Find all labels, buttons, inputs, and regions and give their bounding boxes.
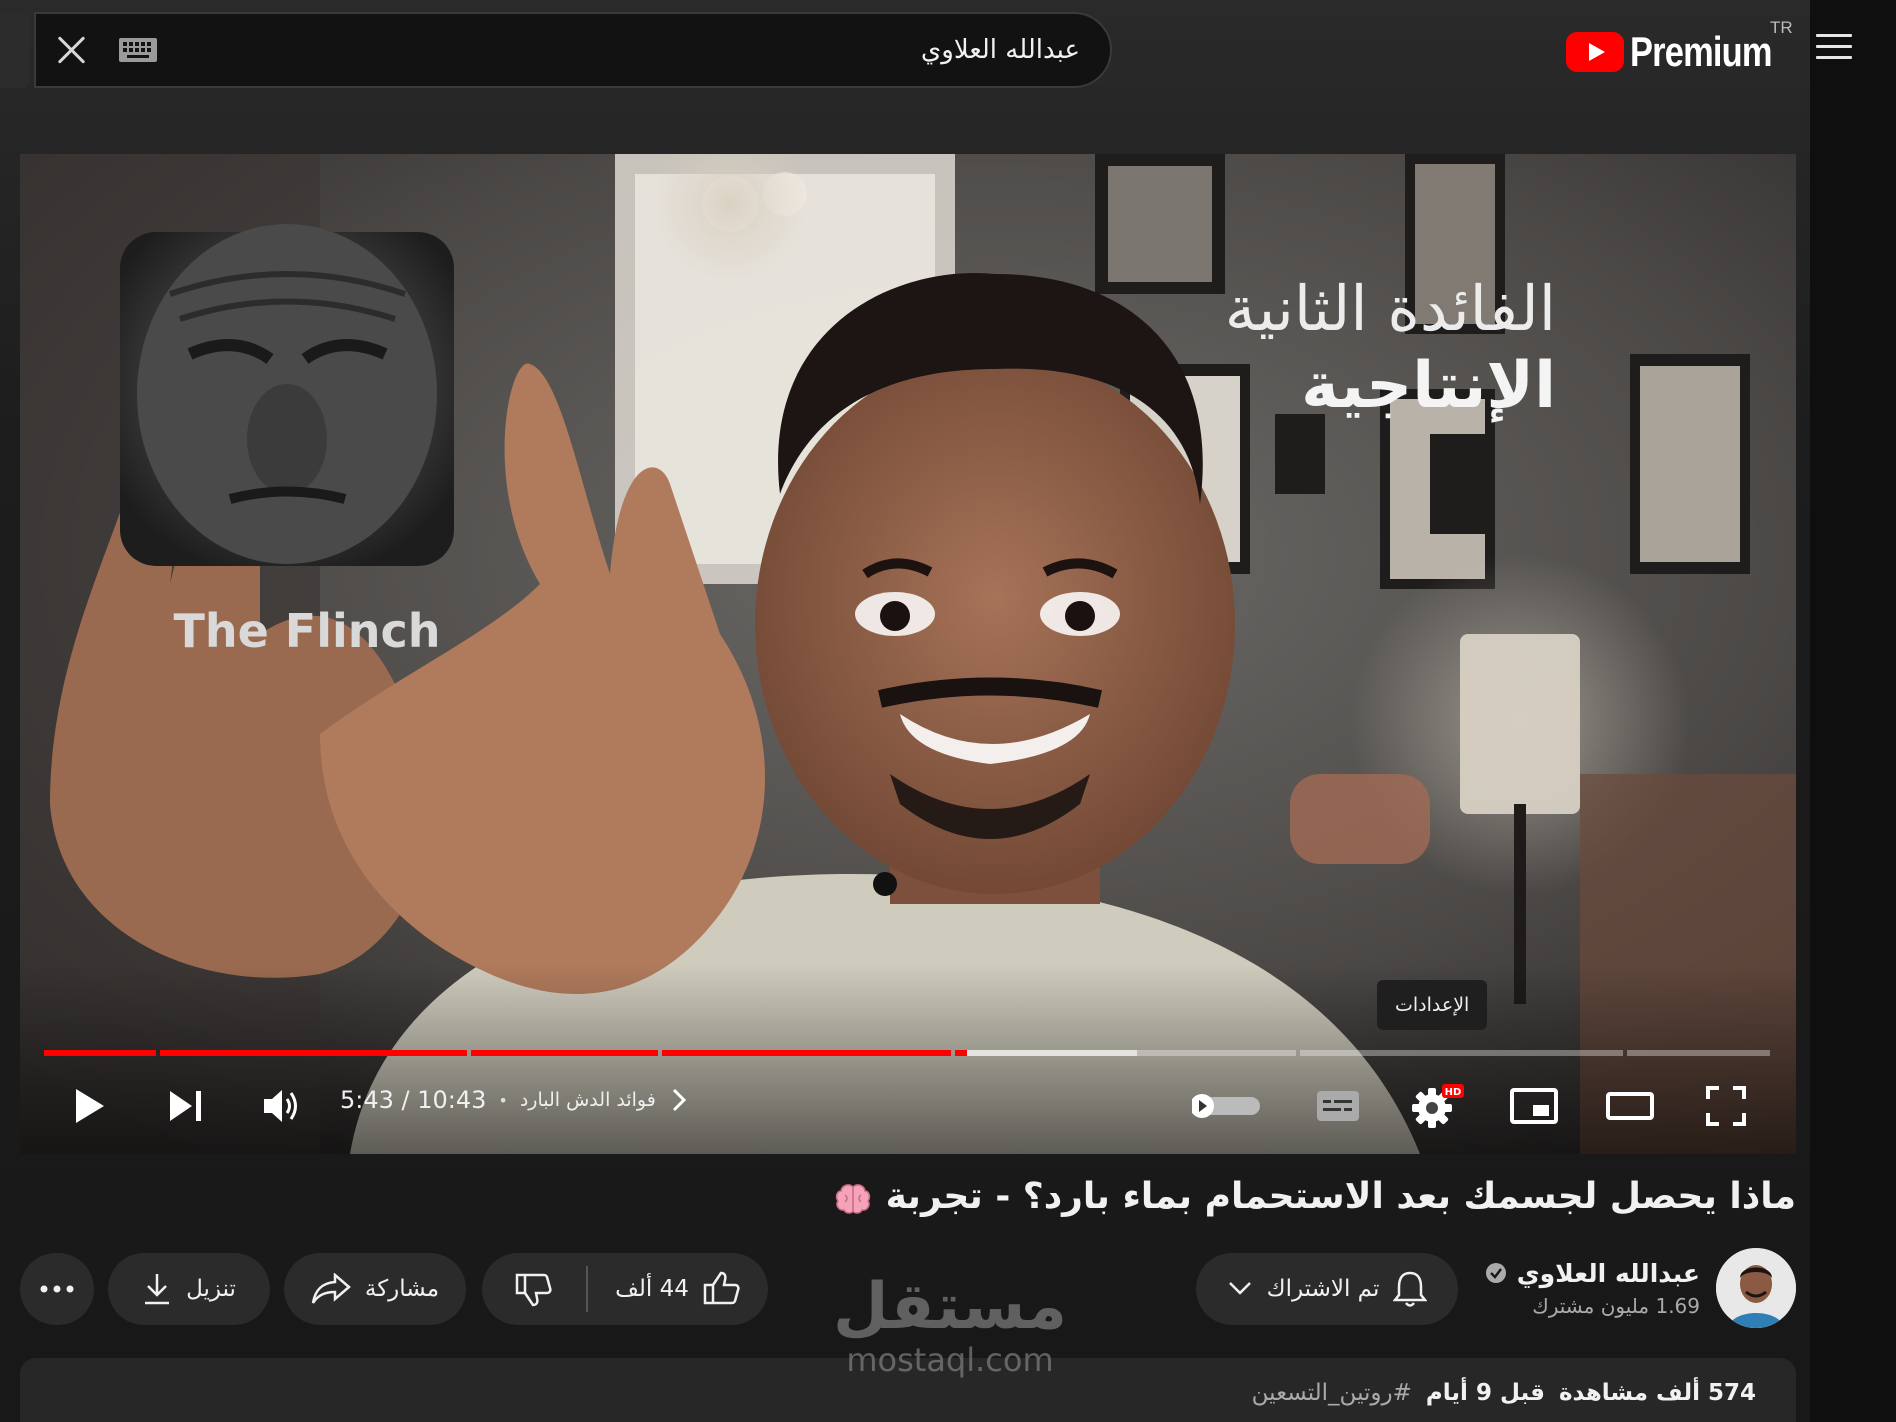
dislike-button[interactable] [482, 1253, 586, 1325]
download-button[interactable]: تنزيل [108, 1253, 270, 1325]
channel-meta: عبدالله العلاوي 1.69 مليون مشترك [1485, 1259, 1700, 1318]
separator-dot: • [498, 1090, 508, 1110]
settings-tooltip: الإعدادات [1377, 980, 1488, 1030]
volume-icon [264, 1090, 297, 1122]
chevron-right-icon[interactable] [668, 1086, 690, 1114]
video-overlay-title: الفائدة الثانية الإنتاجية [1225, 272, 1556, 423]
description-box[interactable]: 574 ألف مشاهدة قبل 9 أيام #روتين_التسعين [20, 1358, 1796, 1422]
chapter-segment[interactable] [44, 1050, 157, 1056]
time-display: 5:43 / 10:43 • فوائد الدش البارد [340, 1086, 690, 1114]
thumbs-down-icon [515, 1273, 552, 1307]
next-icon [170, 1091, 201, 1121]
video-title: ماذا يحصل لجسمك بعد الاستحمام بماء بارد؟… [833, 1176, 1796, 1217]
played-fill [44, 1050, 157, 1056]
chapter-segment[interactable] [470, 1050, 658, 1056]
back-tab[interactable] [0, 12, 30, 88]
theater-icon [1606, 1092, 1654, 1120]
youtube-premium-logo[interactable]: Premium [1566, 28, 1803, 76]
more-icon [40, 1285, 74, 1293]
miniplayer-icon [1510, 1088, 1558, 1124]
bell-icon [1393, 1271, 1428, 1307]
miniplayer-button[interactable] [1504, 1074, 1564, 1138]
fullscreen-button[interactable] [1696, 1074, 1756, 1138]
next-button[interactable] [156, 1074, 216, 1138]
download-label: تنزيل [186, 1276, 236, 1302]
time-text: 5:43 / 10:43 [340, 1086, 487, 1114]
autoplay-icon [1192, 1094, 1260, 1118]
premium-label: Premium [1630, 28, 1772, 75]
brain-icon [835, 1184, 871, 1214]
autoplay-toggle[interactable] [1188, 1074, 1268, 1138]
volume-button[interactable] [252, 1074, 312, 1138]
verified-icon [1485, 1263, 1506, 1283]
menu-icon[interactable] [1816, 34, 1852, 64]
youtube-play-icon [1566, 32, 1624, 72]
played-fill [955, 1050, 968, 1056]
channel-avatar[interactable] [1716, 1248, 1796, 1328]
like-dislike-group: 44 ألف [482, 1253, 768, 1325]
theater-mode-button[interactable] [1600, 1074, 1660, 1138]
search-input[interactable] [158, 35, 1080, 65]
channel-name[interactable]: عبدالله العلاوي [1517, 1259, 1700, 1288]
chapter-segment[interactable] [1627, 1050, 1770, 1056]
chapter-segment[interactable] [955, 1050, 1296, 1056]
fullscreen-icon [1706, 1086, 1746, 1126]
progress-bar[interactable] [44, 1050, 1770, 1056]
download-icon [145, 1274, 170, 1305]
play-button[interactable] [60, 1074, 120, 1138]
settings-button[interactable]: HD [1404, 1074, 1474, 1138]
region-code: TR [1770, 18, 1793, 37]
share-label: مشاركة [364, 1276, 440, 1302]
view-count: 574 ألف مشاهدة [1558, 1380, 1756, 1406]
close-icon[interactable] [52, 30, 92, 70]
channel-name-row[interactable]: عبدالله العلاوي [1485, 1259, 1700, 1288]
subscriber-count: 1.69 مليون مشترك [1532, 1293, 1700, 1318]
subtitles-icon [1317, 1091, 1359, 1121]
card-caption: The Flinch [173, 604, 441, 658]
overlay-heading: الإنتاجية [1301, 349, 1556, 423]
gear-icon: HD [1412, 1084, 1464, 1128]
subscribed-label: تم الاشتراك [1266, 1276, 1380, 1302]
chapter-segment[interactable] [1299, 1050, 1624, 1056]
video-player[interactable]: الفائدة الثانية الإنتاجية The Flinch الإ… [20, 154, 1796, 1154]
keyboard-icon[interactable] [118, 37, 158, 63]
played-fill [160, 1050, 467, 1056]
play-icon [76, 1089, 104, 1123]
chapter-segment[interactable] [661, 1050, 952, 1056]
buffered-fill [955, 1050, 1138, 1056]
hashtag-link[interactable]: #روتين_التسعين [1252, 1380, 1412, 1406]
like-button[interactable]: 44 ألف [588, 1253, 768, 1325]
chapter-title[interactable]: فوائد الدش البارد [520, 1089, 656, 1111]
thumbs-up-icon [703, 1271, 740, 1305]
share-icon [311, 1273, 351, 1304]
overlay-subtitle: الفائدة الثانية [1224, 272, 1556, 345]
description-meta: 574 ألف مشاهدة قبل 9 أيام #روتين_التسعين [1252, 1380, 1756, 1406]
video-title-text: ماذا يحصل لجسمك بعد الاستحمام بماء بارد؟… [885, 1176, 1796, 1217]
right-edge [1810, 0, 1896, 1422]
played-fill [661, 1050, 952, 1056]
subscribed-button[interactable]: تم الاشتراك [1196, 1253, 1458, 1325]
chevron-down-icon [1228, 1282, 1251, 1295]
channel-info: عبدالله العلاوي 1.69 مليون مشترك [1485, 1248, 1796, 1328]
svg-text:HD: HD [1445, 1087, 1462, 1098]
played-fill [470, 1050, 658, 1056]
chapter-segment[interactable] [160, 1050, 467, 1056]
more-actions-button[interactable] [20, 1253, 94, 1325]
search-bar [34, 12, 1112, 88]
subtitles-button[interactable] [1308, 1074, 1368, 1138]
share-button[interactable]: مشاركة [284, 1253, 466, 1325]
like-count: 44 ألف [615, 1276, 689, 1302]
upload-date: قبل 9 أيام [1425, 1380, 1545, 1406]
